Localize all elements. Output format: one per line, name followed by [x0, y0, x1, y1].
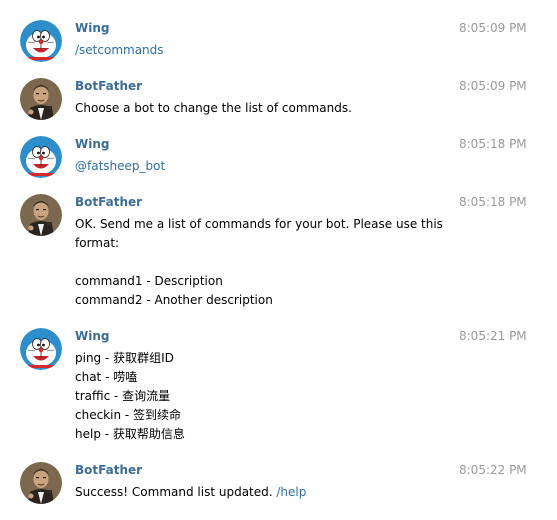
doraemon-avatar[interactable]: [20, 136, 62, 178]
doraemon-avatar[interactable]: [20, 328, 62, 370]
text-line: traffic - 查询流量: [75, 388, 445, 407]
line-text: OK. Send me a list of commands for your …: [75, 217, 443, 231]
text-line: chat - 唠嗑: [75, 369, 445, 388]
text-line: command1 - Description: [75, 273, 445, 292]
botfather-avatar[interactable]: [20, 194, 62, 236]
text-line: command2 - Another description: [75, 292, 445, 311]
line-text: checkin - 签到续命: [75, 408, 182, 422]
message-text: @fatsheep_bot: [75, 158, 445, 177]
line-text: /setcommands: [75, 43, 164, 57]
line-text: traffic - 查询流量: [75, 389, 171, 403]
line-text: chat - 唠嗑: [75, 370, 138, 384]
message-timestamp: 8:05:22 PM: [459, 463, 527, 477]
sender-name[interactable]: Wing: [75, 20, 109, 36]
line-text: help - 获取帮助信息: [75, 427, 185, 441]
text-line: OK. Send me a list of commands for your …: [75, 216, 445, 235]
message-timestamp: 8:05:18 PM: [459, 195, 527, 209]
sender-name[interactable]: BotFather: [75, 78, 142, 94]
line-text: Success! Command list updated.: [75, 485, 277, 499]
sender-name[interactable]: BotFather: [75, 462, 142, 478]
message-text: Choose a bot to change the list of comma…: [75, 100, 445, 119]
text-line: Success! Command list updated. /help: [75, 484, 445, 503]
text-line: format:: [75, 235, 445, 254]
line-text: command1 - Description: [75, 274, 223, 288]
message-timestamp: 8:05:09 PM: [459, 79, 527, 93]
message-text: OK. Send me a list of commands for your …: [75, 216, 445, 311]
message-text: Success! Command list updated. /help: [75, 484, 445, 503]
chat-history: Wing 8:05:09 PM/setcommands BotFather 8:05:…: [0, 0, 557, 520]
command-link[interactable]: @fatsheep_bot: [75, 158, 445, 177]
message-timestamp: 8:05:21 PM: [459, 329, 527, 343]
previous-avatar-fragment: [28, 0, 54, 2]
text-line: Choose a bot to change the list of comma…: [75, 100, 445, 119]
message-text: /setcommands: [75, 42, 445, 61]
command-link[interactable]: /help: [276, 485, 306, 499]
botfather-avatar[interactable]: [20, 462, 62, 504]
text-line: ping - 获取群组ID: [75, 350, 445, 369]
text-line: checkin - 签到续命: [75, 407, 445, 426]
message-timestamp: 8:05:18 PM: [459, 137, 527, 151]
sender-name[interactable]: BotFather: [75, 194, 142, 210]
command-link[interactable]: /setcommands: [75, 42, 445, 61]
sender-name[interactable]: Wing: [75, 136, 109, 152]
doraemon-avatar[interactable]: [20, 20, 62, 62]
line-text: ping - 获取群组ID: [75, 351, 174, 365]
message-text: ping - 获取群组ID chat - 唠嗑 traffic - 查询流量 chec…: [75, 350, 445, 445]
text-line: help - 获取帮助信息: [75, 426, 445, 445]
line-text: @fatsheep_bot: [75, 159, 166, 173]
line-text: format:: [75, 236, 120, 250]
message-timestamp: 8:05:09 PM: [459, 21, 527, 35]
sender-name[interactable]: Wing: [75, 328, 109, 344]
line-text: Choose a bot to change the list of comma…: [75, 101, 352, 115]
line-text: command2 - Another description: [75, 293, 273, 307]
botfather-avatar[interactable]: [20, 78, 62, 120]
